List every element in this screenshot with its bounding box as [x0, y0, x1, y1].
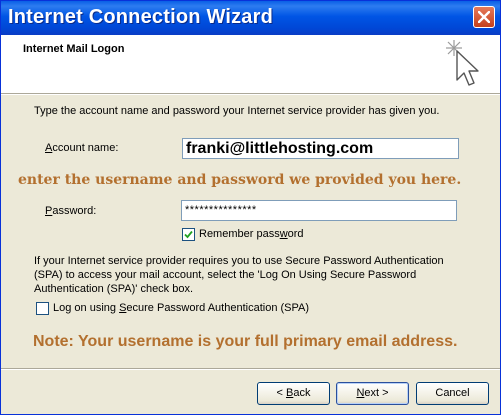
- window-title: Internet Connection Wizard: [8, 6, 274, 28]
- remember-password-label[interactable]: Remember password: [199, 228, 304, 240]
- annotation-note: Note: Your username is your full primary…: [33, 333, 458, 350]
- intro-text: Type the account name and password your …: [34, 105, 440, 117]
- account-name-field[interactable]: franki@littlehosting.com: [182, 138, 459, 159]
- remember-password-checkbox[interactable]: [182, 228, 195, 241]
- password-field[interactable]: ***************: [181, 200, 457, 221]
- wizard-header: Internet Mail Logon: [1, 35, 500, 93]
- account-name-label: Account name:: [45, 142, 119, 154]
- title-bar[interactable]: Internet Connection Wizard: [1, 1, 500, 35]
- close-icon: [478, 11, 490, 23]
- close-button[interactable]: [473, 6, 495, 28]
- spa-checkbox[interactable]: [36, 302, 49, 315]
- wizard-window: Internet Connection Wizard Internet Mail…: [0, 0, 501, 415]
- checkmark-icon: [184, 230, 193, 239]
- spa-label[interactable]: Log on using Secure Password Authenticat…: [53, 302, 309, 314]
- next-button[interactable]: Next >: [336, 382, 409, 405]
- spa-info-text: If your Internet service provider requir…: [34, 255, 444, 295]
- annotation-instruction: enter the username and password we provi…: [18, 172, 462, 188]
- page-title: Internet Mail Logon: [23, 43, 125, 55]
- account-name-value: franki@littlehosting.com: [186, 140, 374, 157]
- cancel-button[interactable]: Cancel: [416, 382, 489, 405]
- wizard-sparkle-cursor-icon: [446, 40, 479, 86]
- password-value: ***************: [185, 204, 257, 216]
- password-label: Password:: [45, 205, 97, 217]
- back-button[interactable]: < Back: [257, 382, 330, 405]
